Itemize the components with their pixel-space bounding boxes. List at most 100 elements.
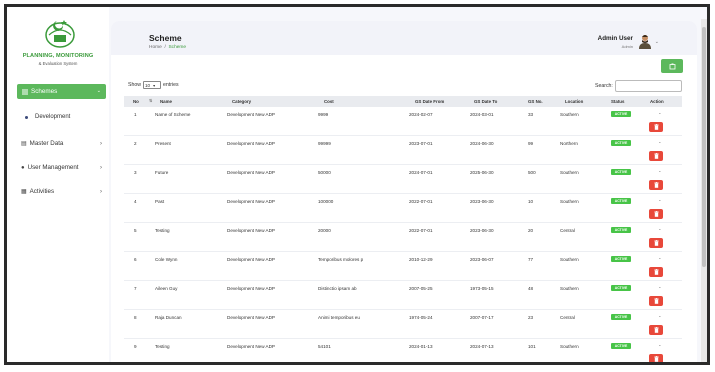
table-row[interactable]: 5 Testing Development New ADP 20000 2022-07-… xyxy=(124,223,682,252)
page-size-select[interactable]: 10 ▾ xyxy=(142,81,161,89)
table-row[interactable]: 1 Name of Scheme Development New ADP 9999 20… xyxy=(124,107,682,136)
cell-name: Raja Duncan xyxy=(155,315,182,320)
breadcrumb-home[interactable]: Home xyxy=(149,45,162,50)
delete-button[interactable] xyxy=(649,122,663,132)
add-scheme-button[interactable] xyxy=(661,59,683,73)
cell-to: 2024-03-01 xyxy=(470,112,494,117)
cell-location: Southern xyxy=(560,286,579,291)
brand-subtitle: & Evaluation System xyxy=(38,61,78,66)
column-header-cost[interactable]: Cost xyxy=(324,99,334,104)
cell-gsno: 77 xyxy=(528,257,534,262)
cell-to: 2023-06-30 xyxy=(470,199,494,204)
cell-cost: 99999 xyxy=(318,141,331,146)
cell-from: 2007-05-25 xyxy=(409,286,433,291)
avatar[interactable] xyxy=(639,34,651,49)
cell-name: Future xyxy=(155,170,169,175)
column-header-gs-date-from[interactable]: GS Date From xyxy=(415,99,444,104)
cell-category: Development New ADP xyxy=(227,199,276,204)
column-header-status[interactable]: Status xyxy=(611,99,624,104)
add-icon xyxy=(669,63,675,69)
search-input[interactable] xyxy=(614,80,682,92)
table-row[interactable]: 9 Testing Development New ADP 54101 2024-01-… xyxy=(124,339,682,362)
cell-no: 5 xyxy=(134,228,137,233)
action-dash: - xyxy=(659,256,661,262)
cell-name: Name of Scheme xyxy=(155,112,191,117)
delete-button[interactable] xyxy=(649,354,663,362)
table-row[interactable]: 3 Future Development New ADP 50000 2024-07-0… xyxy=(124,165,682,194)
delete-button[interactable] xyxy=(649,267,663,277)
sort-icon[interactable]: ⇅ xyxy=(149,98,152,103)
cell-to: 2025-06-30 xyxy=(470,170,494,175)
user-name[interactable]: Admin User xyxy=(598,35,633,42)
delete-button[interactable] xyxy=(649,209,663,219)
table-row[interactable]: 2 Present Development New ADP 99999 2023-07-… xyxy=(124,136,682,165)
delete-button[interactable] xyxy=(649,296,663,306)
cell-location: Southern xyxy=(560,112,579,117)
chevron-down-icon[interactable]: ⌄ xyxy=(655,39,659,45)
table-row[interactable]: 8 Raja Duncan Development New ADP Animi tem… xyxy=(124,310,682,339)
sidebar-item-development[interactable]: Development xyxy=(25,114,70,120)
cell-cost: 54101 xyxy=(318,344,331,349)
sidebar-item-activities[interactable]: ▦ Activities › xyxy=(21,188,102,195)
column-header-gs-no[interactable]: GS No. xyxy=(528,99,543,104)
column-header-category[interactable]: Category xyxy=(232,99,251,104)
cell-to: 1973-05-15 xyxy=(470,286,494,291)
cell-location: Northern xyxy=(560,141,578,146)
cell-cost: 9999 xyxy=(318,112,329,117)
column-header-name[interactable]: Name xyxy=(160,99,172,104)
cell-from: 2010-12-29 xyxy=(409,257,433,262)
action-dash: - xyxy=(659,111,661,117)
chevron-down-icon: ▾ xyxy=(153,82,156,88)
cell-gsno: 20 xyxy=(528,228,534,233)
table-row[interactable]: 6 Cole Wynn Development New ADP Temporibus … xyxy=(124,252,682,281)
cell-cost: Temporibus molores p xyxy=(318,257,364,262)
scrollbar-thumb[interactable] xyxy=(702,27,706,267)
status-badge: ACTIVE xyxy=(611,198,631,204)
cell-location: Central xyxy=(560,228,575,233)
cell-from: 2022-07-01 xyxy=(409,228,433,233)
sidebar-item-user-management[interactable]: ● User Management › xyxy=(21,164,102,171)
column-header-no[interactable]: No xyxy=(133,99,139,104)
column-header-location[interactable]: Location xyxy=(565,99,583,104)
show-label: Show xyxy=(128,82,141,88)
cell-no: 4 xyxy=(134,199,137,204)
trash-icon xyxy=(653,211,659,217)
cell-name: Present xyxy=(155,141,171,146)
chevron-down-icon: ⌄ xyxy=(96,88,101,94)
cell-gsno: 33 xyxy=(528,112,534,117)
trash-icon xyxy=(653,356,659,362)
cell-no: 3 xyxy=(134,170,137,175)
action-dash: - xyxy=(659,343,661,349)
delete-button[interactable] xyxy=(649,238,663,248)
chevron-right-icon: › xyxy=(100,188,102,195)
chevron-right-icon: › xyxy=(100,140,102,147)
cell-name: Testing xyxy=(155,228,170,233)
search-label: Search: xyxy=(595,83,613,89)
delete-button[interactable] xyxy=(649,325,663,335)
cell-gsno: 48 xyxy=(528,286,534,291)
cell-from: 2024-07-01 xyxy=(409,170,433,175)
trash-icon xyxy=(653,124,659,130)
cell-category: Development New ADP xyxy=(227,344,276,349)
cell-cost: 100000 xyxy=(318,199,334,204)
breadcrumb-separator: / xyxy=(164,45,166,50)
cell-no: 7 xyxy=(134,286,137,291)
breadcrumb: Home / Scheme xyxy=(149,45,186,50)
app-window: PLANNING, MONITORING & Evaluation System… xyxy=(4,4,710,365)
scrollbar[interactable] xyxy=(701,19,707,362)
cell-to: 2024-06-30 xyxy=(470,141,494,146)
sidebar-item-schemes[interactable]: Schemes ⌄ xyxy=(17,84,106,99)
cell-from: 1974-05-24 xyxy=(409,315,433,320)
sidebar-item-master-data[interactable]: ▤ Master Data › xyxy=(21,140,102,147)
sidebar-item-label: Master Data xyxy=(29,140,64,147)
status-badge: ACTIVE xyxy=(611,227,631,233)
cell-no: 1 xyxy=(134,112,137,117)
delete-button[interactable] xyxy=(649,151,663,161)
table-row[interactable]: 4 Past Development New ADP 100000 2022-07-01… xyxy=(124,194,682,223)
cell-cost: 50000 xyxy=(318,170,331,175)
column-header-gs-date-to[interactable]: GS Date To xyxy=(474,99,497,104)
delete-button[interactable] xyxy=(649,180,663,190)
list-icon xyxy=(22,89,28,94)
table-row[interactable]: 7 Aileen Guy Development New ADP Distinctio… xyxy=(124,281,682,310)
search-control: Search: xyxy=(595,80,682,92)
